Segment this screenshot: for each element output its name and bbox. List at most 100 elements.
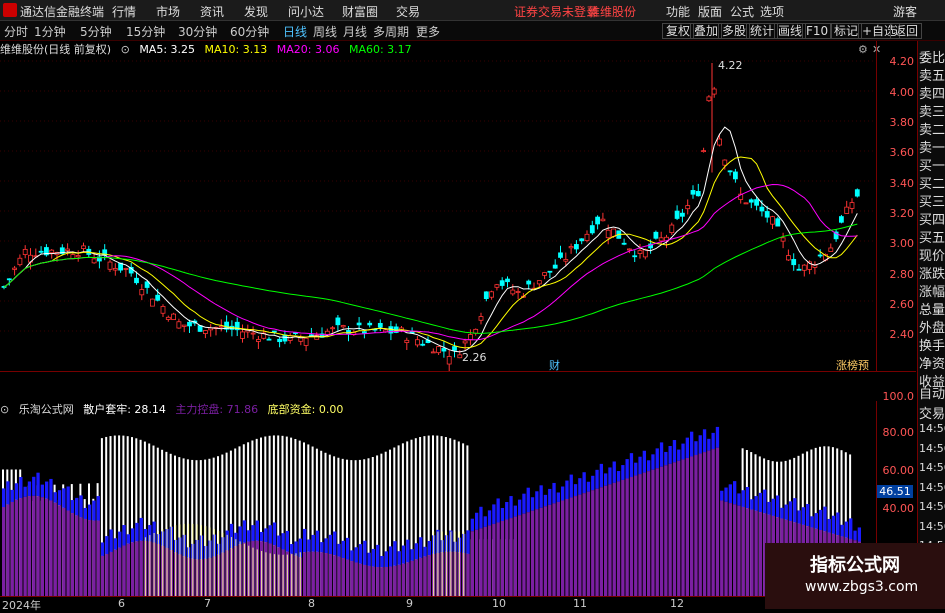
blue-bar — [655, 448, 659, 469]
menu-market[interactable]: 市场 — [156, 3, 180, 20]
login-notice[interactable]: 证券交易未登录 — [514, 3, 598, 20]
tab-30min[interactable]: 30分钟 — [178, 23, 217, 40]
main-force-bar — [2, 507, 6, 597]
candle — [144, 281, 150, 288]
candle — [526, 280, 532, 285]
candle — [17, 257, 23, 266]
back-button[interactable]: 返回 — [890, 23, 923, 39]
candle — [6, 278, 12, 281]
indicator-toggle-icon[interactable]: ⊙ — [0, 403, 9, 416]
bottom-fund-bar — [144, 537, 147, 597]
kline-chart[interactable]: 4.22 2.26 财 涨榜预 — [0, 41, 875, 371]
main-force-bar — [647, 471, 651, 597]
candle — [218, 325, 224, 328]
candle — [854, 189, 860, 197]
blue-bar — [685, 437, 689, 458]
main-force-bar — [354, 562, 358, 597]
tab-60min[interactable]: 60分钟 — [230, 23, 269, 40]
blue-bar — [604, 473, 608, 486]
blue-bar — [483, 516, 487, 527]
blue-bar — [45, 481, 49, 499]
menu-function[interactable]: 功能 — [666, 3, 690, 20]
blue-bar — [320, 542, 324, 553]
main-force-bar — [616, 481, 621, 597]
blue-bar — [281, 533, 285, 550]
tab-15min[interactable]: 15分钟 — [126, 23, 165, 40]
menu-layout[interactable]: 版面 — [698, 3, 722, 20]
main-force-bar — [14, 499, 19, 597]
auto-trade-label[interactable]: 自动 — [919, 383, 945, 402]
blue-bar — [88, 504, 92, 521]
blue-bar — [36, 472, 40, 497]
tab-timeshare[interactable]: 分时 — [4, 23, 28, 40]
indicator-tick: 60.00 — [882, 464, 915, 477]
tab-weekly[interactable]: 周线 — [313, 23, 337, 40]
main-force-bar — [530, 510, 535, 597]
blue-bar — [79, 495, 83, 518]
watermark-overlay: 指标公式网 www.zbgs3.com — [765, 543, 945, 609]
tab-5min[interactable]: 5分钟 — [80, 23, 112, 40]
auto-trade-label[interactable]: 交易 — [919, 403, 945, 422]
limit-up-marker[interactable]: 涨榜预 — [836, 358, 869, 371]
menu-ask[interactable]: 问小达 — [288, 3, 324, 20]
main-force-bar — [707, 450, 711, 597]
candle — [844, 206, 850, 214]
bottom-fund-bar — [149, 535, 151, 597]
ma5-line — [3, 126, 858, 353]
candle — [38, 250, 44, 253]
candle — [706, 96, 712, 102]
user-label[interactable]: 游客 — [893, 3, 917, 20]
candle — [81, 245, 86, 249]
main-force-bar — [672, 462, 677, 597]
main-force-bar — [358, 563, 363, 597]
tab-monthly[interactable]: 月线 — [343, 23, 367, 40]
chevron-icon[interactable]: ⊙ — [121, 43, 130, 56]
blue-bar — [702, 429, 707, 453]
blue-bar — [793, 498, 797, 523]
indicator-tick: 40.00 — [882, 502, 915, 515]
blue-bar — [552, 482, 556, 504]
ma10-line — [3, 156, 858, 349]
main-force-bar — [522, 513, 526, 597]
tab-daily[interactable]: 日线 — [283, 23, 307, 40]
f10-button[interactable]: F10 — [802, 23, 833, 39]
main-force-bar — [45, 498, 49, 597]
tab-more[interactable]: 更多 — [416, 23, 440, 40]
time-axis: 2024年 6 7 8 9 10 11 12 — [0, 596, 875, 612]
blue-bar — [853, 530, 857, 541]
watermark-title: 指标公式网 — [810, 555, 900, 576]
candle — [473, 328, 479, 334]
candle — [796, 268, 802, 271]
main-force-bar — [702, 452, 707, 597]
blue-bar — [389, 546, 393, 567]
menu-options[interactable]: 选项 — [760, 3, 784, 20]
settings-icon[interactable]: ⚙ — [858, 43, 868, 56]
candle — [361, 331, 367, 334]
menu-news[interactable]: 资讯 — [200, 3, 224, 20]
main-force-bar — [483, 526, 487, 597]
main-force-bar — [62, 507, 66, 597]
candle — [743, 202, 749, 205]
candle — [12, 267, 18, 270]
menu-discover[interactable]: 发现 — [244, 3, 268, 20]
main-force-bar — [604, 485, 608, 597]
blue-bar — [754, 496, 758, 511]
blue-bar — [840, 524, 844, 537]
blue-bar — [595, 469, 599, 489]
menu-formula[interactable]: 公式 — [730, 3, 754, 20]
indicator-tick: 80.00 — [882, 426, 915, 439]
main-force-bar — [479, 528, 483, 597]
price-tick: 3.00 — [889, 237, 915, 250]
main-force-bar — [599, 487, 603, 597]
menu-wealth[interactable]: 财富圈 — [342, 3, 378, 20]
main-force-bar — [315, 551, 320, 597]
menu-trade[interactable]: 交易 — [396, 3, 420, 20]
main-force-bar — [591, 490, 595, 597]
indicator-chart[interactable] — [0, 401, 875, 597]
finance-marker[interactable]: 财 — [549, 358, 560, 371]
blue-bar — [139, 517, 143, 541]
blue-bar — [492, 504, 496, 524]
tab-1min[interactable]: 1分钟 — [34, 23, 66, 40]
menu-quotes[interactable]: 行情 — [112, 3, 136, 20]
tab-multi[interactable]: 多周期 — [373, 23, 409, 40]
